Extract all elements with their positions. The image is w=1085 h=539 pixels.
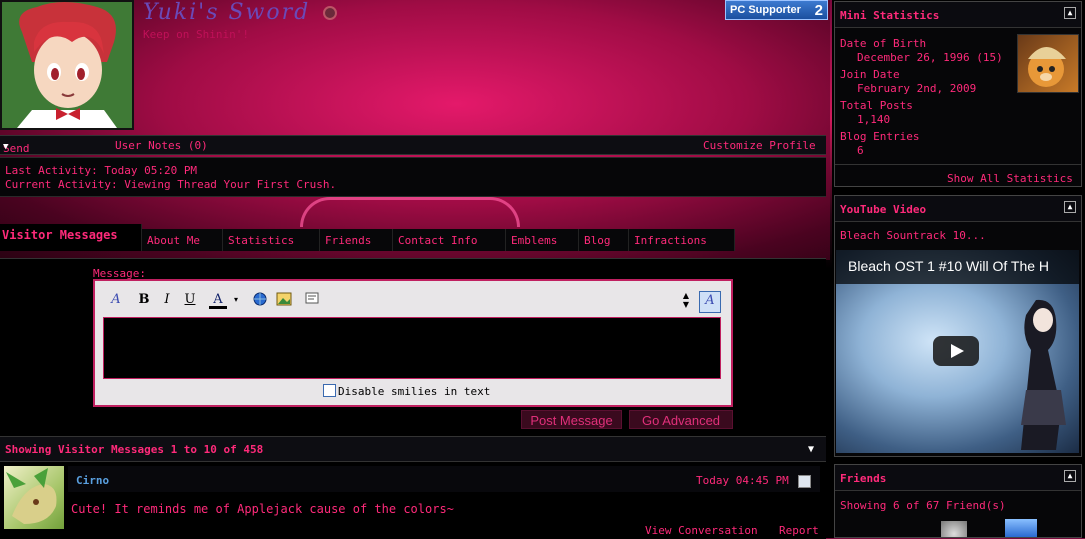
post-message-button[interactable]: Post Message (521, 410, 622, 429)
view-conversation-link[interactable]: View Conversation (645, 524, 758, 537)
profile-tabs: Visitor Messages About Me Statistics Fri… (0, 224, 735, 251)
profile-username: Yuki's Sword (143, 0, 311, 25)
online-status-icon (323, 6, 337, 20)
disable-smilies-checkbox[interactable] (323, 384, 336, 397)
friends-panel: Friends ▲ Showing 6 of 67 Friend(s) (834, 464, 1082, 538)
message-header: Cirno Today 04:45 PM (68, 466, 820, 492)
message-select-checkbox[interactable] (798, 475, 811, 488)
youtube-player[interactable]: Bleach OST 1 #10 Will Of The H (836, 250, 1079, 453)
avatar-portrait-image (2, 2, 132, 128)
total-posts-value: 1,140 (857, 113, 891, 126)
tab-friends[interactable]: Friends (320, 229, 393, 251)
globe-link-icon (253, 292, 267, 306)
message-text: Cute! It reminds me of Applejack cause o… (71, 502, 454, 516)
switch-editor-mode-icon[interactable]: A (699, 291, 721, 313)
chevron-down-icon[interactable]: ▾ (227, 291, 245, 309)
last-activity-value: Today 05:20 PM (104, 164, 198, 177)
tab-contact-info[interactable]: Contact Info (393, 229, 506, 251)
bear-helmet-image (1028, 47, 1066, 87)
collapse-icon[interactable]: ▲ (1064, 470, 1076, 482)
mini-statistics-title: Mini Statistics (840, 9, 940, 22)
friends-count: Showing 6 of 67 Friend(s) (840, 499, 1006, 512)
last-activity: Last Activity: Today 05:20 PM (5, 164, 197, 177)
message-textarea[interactable] (103, 317, 721, 379)
underline-icon[interactable]: U (181, 291, 199, 309)
badge-count: 2 (814, 1, 823, 19)
show-all-statistics-link[interactable]: Show All Statistics (947, 172, 1073, 185)
disable-smilies-option[interactable]: Disable smilies in text (323, 384, 490, 398)
current-activity-label: Current Activity: (5, 178, 118, 191)
video-title[interactable]: Bleach OST 1 #10 Will Of The H (836, 250, 1079, 284)
mini-statistics-header: Mini Statistics ▲ (835, 2, 1081, 28)
customize-profile-link[interactable]: Customize Profile (703, 139, 816, 152)
join-date-label: Join Date (840, 68, 900, 81)
collapse-icon[interactable]: ▲ (1064, 7, 1076, 19)
friends-title: Friends (840, 472, 887, 485)
chevron-down-icon[interactable]: ▼ (3, 142, 8, 152)
dob-value: December 26, 1996 (15) (857, 51, 1003, 64)
visitor-message: Cirno Today 04:45 PM Cute! It reminds me… (4, 466, 820, 538)
profile-sidebar: Mini Statistics ▲ Date of Birth December… (832, 0, 1085, 538)
youtube-video-title: YouTube Video (840, 203, 927, 216)
quote-icon (305, 292, 319, 304)
resize-editor-icon[interactable]: ▲ ▼ (677, 291, 695, 309)
pc-supporter-badge[interactable]: PC Supporter 2 (725, 0, 828, 20)
profile-avatar[interactable] (0, 0, 134, 130)
insert-quote-icon[interactable] (303, 291, 321, 309)
remove-format-icon[interactable]: A (107, 291, 125, 309)
youtube-caption: Bleach Sountrack 10... (840, 229, 986, 242)
report-link[interactable]: Report (779, 524, 819, 537)
message-time: Today 04:45 PM (696, 474, 789, 487)
blog-entries-label: Blog Entries (840, 130, 920, 143)
current-activity-value[interactable]: Viewing Thread Your First Crush. (124, 178, 336, 191)
video-thumbnail-figure (1021, 299, 1066, 450)
bold-icon[interactable]: B (135, 291, 153, 309)
image-icon (276, 292, 292, 306)
profile-action-bar: Send Message ▼ User Notes (0) Customize … (0, 135, 826, 168)
tab-statistics[interactable]: Statistics (223, 229, 320, 251)
last-activity-label: Last Activity: (5, 164, 98, 177)
editor-toolbar: A B I U A ▾ ▲ ▼ A (99, 287, 723, 313)
mini-statistics-panel: Mini Statistics ▲ Date of Birth December… (834, 1, 1082, 187)
current-activity: Current Activity: Viewing Thread Your Fi… (5, 178, 336, 191)
tab-emblems[interactable]: Emblems (506, 229, 579, 251)
tab-infractions[interactable]: Infractions (629, 229, 735, 251)
leafeon-avatar-image (6, 468, 57, 524)
divider (835, 164, 1081, 165)
friends-header: Friends ▲ (835, 465, 1081, 491)
activity-box: Last Activity: Today 05:20 PM Current Ac… (0, 157, 826, 197)
insert-image-icon[interactable] (275, 291, 293, 309)
visitor-messages-count: Showing Visitor Messages 1 to 10 of 458 (5, 443, 264, 456)
friend-avatar[interactable] (1005, 519, 1037, 537)
tab-about-me[interactable]: About Me (142, 229, 223, 251)
tab-blog[interactable]: Blog (579, 229, 629, 251)
friend-avatar[interactable] (941, 521, 967, 537)
tab-visitor-messages[interactable]: Visitor Messages (0, 224, 142, 251)
message-author[interactable]: Cirno (76, 474, 109, 487)
insert-link-icon[interactable] (251, 291, 269, 309)
user-notes-link[interactable]: User Notes (0) (115, 139, 208, 152)
italic-icon[interactable]: I (158, 291, 176, 309)
mini-stats-avatar (1017, 34, 1079, 93)
message-editor: A B I U A ▾ ▲ ▼ A Disable smilies in text (93, 279, 733, 407)
total-posts-label: Total Posts (840, 99, 913, 112)
youtube-video-header: YouTube Video ▲ (835, 196, 1081, 222)
join-date-value: February 2nd, 2009 (857, 82, 977, 95)
go-advanced-button[interactable]: Go Advanced (629, 410, 733, 429)
play-icon[interactable] (933, 336, 979, 366)
collapse-icon[interactable]: ▼ (808, 444, 814, 455)
disable-smilies-label: Disable smilies in text (338, 385, 491, 398)
badge-label: PC Supporter (730, 4, 801, 16)
font-color-icon[interactable]: A (209, 291, 227, 309)
dob-label: Date of Birth (840, 37, 927, 50)
profile-tagline: Keep on Shinin'! (143, 28, 249, 41)
message-author-avatar[interactable] (4, 466, 64, 529)
banner-orb-decoration (300, 197, 520, 227)
visitor-messages-header: Showing Visitor Messages 1 to 10 of 458 … (0, 436, 826, 462)
blog-entries-value: 6 (857, 144, 864, 157)
collapse-icon[interactable]: ▲ (1064, 201, 1076, 213)
